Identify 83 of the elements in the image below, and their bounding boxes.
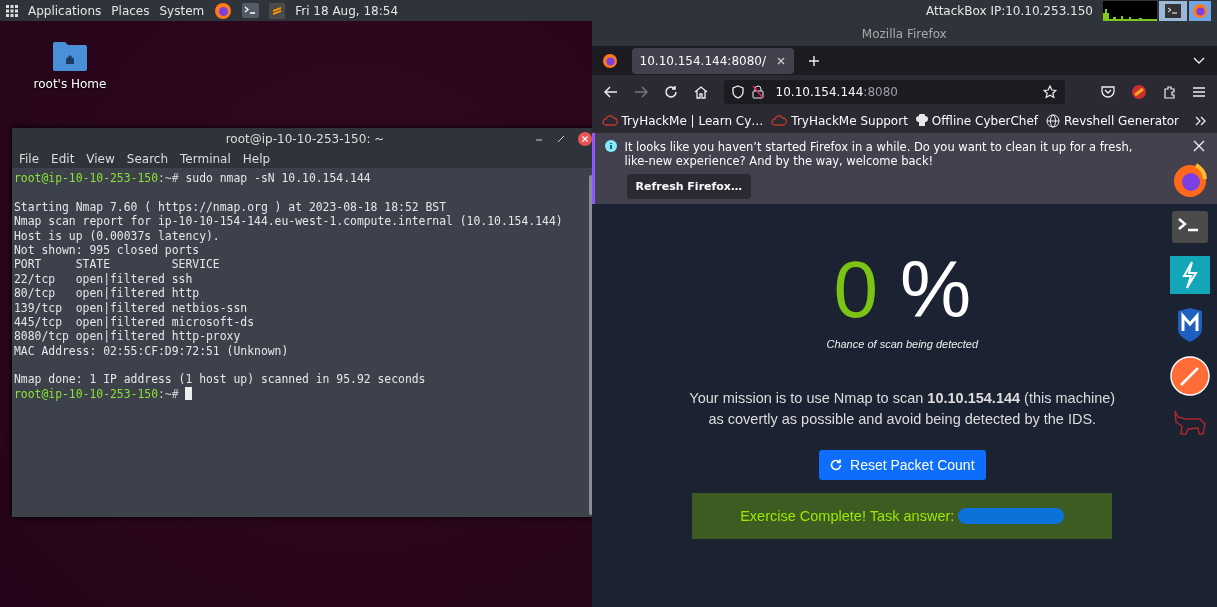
output-line: Host is up (0.00037s latency). xyxy=(14,228,220,243)
lightning-icon[interactable] xyxy=(1170,256,1210,294)
notification-message: It looks like you haven’t started Firefox in a while. Do you want to clean it up for a fresh, like-new experience? And by the way, welcome back! xyxy=(624,140,1134,168)
output-line: Starting Nmap 7.60 ( https://nmap.org ) at 2023-08-18 18:52 BST xyxy=(14,199,447,214)
star-icon[interactable] xyxy=(1043,84,1057,99)
terminal-menu-item[interactable]: View xyxy=(86,152,115,166)
reload-icon[interactable] xyxy=(663,84,678,99)
window-title: Mozilla Firefox xyxy=(861,26,947,41)
terminal-menu-item[interactable]: Search xyxy=(126,152,169,166)
window-title: root@ip-10-10-253-150: ~ xyxy=(225,132,385,146)
firefox-taskbar-icon[interactable] xyxy=(1189,0,1211,21)
cloud-icon xyxy=(771,114,788,127)
forward-icon[interactable] xyxy=(633,85,648,98)
chevron-down-icon[interactable] xyxy=(1193,56,1205,65)
bookmark[interactable]: TryHackMe | Learn Cy… xyxy=(601,113,764,128)
close-tab-icon[interactable] xyxy=(775,55,786,66)
reset-packet-count-button[interactable]: Reset Packet Count xyxy=(819,450,986,480)
prompt-user-host: root@ip-10-10-253-150 xyxy=(14,171,158,185)
cloud-icon xyxy=(601,114,618,127)
percent-value: 0 xyxy=(833,252,878,328)
output-line: 139/tcp open|filtered netbios-ssn xyxy=(14,300,248,315)
firefox-view-icon[interactable] xyxy=(601,52,618,69)
browser-tab[interactable]: 10.10.154.144:8080/ xyxy=(631,47,794,74)
home-folder-icon[interactable] xyxy=(53,41,87,71)
refresh-firefox-button[interactable]: Refresh Firefox… xyxy=(626,174,751,199)
bookmark[interactable]: Revshell Generator xyxy=(1046,113,1179,128)
text-editor-icon[interactable] xyxy=(269,2,286,19)
close-icon[interactable] xyxy=(1193,140,1205,152)
terminal-icon[interactable] xyxy=(1172,211,1208,243)
extension-icon[interactable] xyxy=(1131,83,1147,100)
network-graph xyxy=(1103,0,1157,21)
output-line: 80/tcp open|filtered http xyxy=(14,286,200,301)
output-line: 8080/tcp open|filtered http-proxy xyxy=(14,329,241,344)
terminal-menu-item[interactable]: Edit xyxy=(51,152,75,166)
puzzle-icon[interactable] xyxy=(1163,84,1177,99)
panel-menu[interactable]: Applications xyxy=(28,3,102,18)
insecure-lock-icon[interactable] xyxy=(751,84,764,99)
panel-menu[interactable]: System xyxy=(159,3,205,18)
pocket-icon[interactable] xyxy=(1101,85,1115,98)
chef-hat-icon xyxy=(915,114,928,127)
menu-icon[interactable] xyxy=(1193,86,1205,97)
output-line: 22/tcp open|filtered ssh xyxy=(14,271,193,286)
shield-icon[interactable] xyxy=(731,84,744,99)
app-grid-icon[interactable] xyxy=(6,4,18,17)
output-line: PORT STATE SERVICE xyxy=(14,257,220,272)
home-icon[interactable] xyxy=(693,84,708,99)
mission-text: Your mission is to use Nmap to scan 10.10.154.144 (this machine) as covertly as possible and avoid being detected by the IDS. xyxy=(688,389,1117,429)
new-tab-icon[interactable] xyxy=(807,54,820,67)
prompt-path: :~# xyxy=(158,386,179,401)
prompt-path: :~# xyxy=(158,171,179,185)
lynx-icon[interactable] xyxy=(1172,409,1208,437)
back-icon[interactable] xyxy=(603,85,618,98)
detection-caption: Chance of scan being detected xyxy=(826,338,979,350)
info-icon xyxy=(604,140,617,152)
command-text: sudo nmap -sN 10.10.154.144 xyxy=(185,171,371,185)
address-bar[interactable]: 10.10.154.144:8080 xyxy=(723,79,1065,104)
output-line: MAC Address: 02:55:CF:D9:72:51 (Unknown) xyxy=(14,343,289,358)
terminal-menu-item[interactable]: Terminal xyxy=(180,152,231,166)
terminal-icon[interactable] xyxy=(242,3,260,18)
firefox-icon[interactable] xyxy=(1172,162,1208,198)
result-text: Exercise Complete! Task answer: xyxy=(740,508,955,524)
shield-m-icon[interactable] xyxy=(1176,307,1204,343)
terminal-menu-item[interactable]: File xyxy=(19,152,40,166)
clock: Fri 18 Aug, 18:54 xyxy=(295,3,399,18)
output-line: 445/tcp open|filtered microsoft-ds xyxy=(14,314,255,329)
maximize-icon[interactable] xyxy=(556,134,566,144)
attackbox-ip: AttackBox IP:10.10.253.150 xyxy=(925,3,1093,18)
firefox-icon[interactable] xyxy=(214,1,233,20)
output-line: Nmap done: 1 IP address (1 host up) scanned in 95.92 seconds xyxy=(14,372,426,387)
output-line: Not shown: 995 closed ports xyxy=(14,242,200,257)
output-line: Nmap scan report for ip-10-10-154-144.eu-west-1.compute.internal (10.10.154.144) xyxy=(14,214,563,229)
more-bookmarks-icon[interactable] xyxy=(1195,115,1207,126)
panel-menu[interactable]: Places xyxy=(111,3,150,18)
globe-icon xyxy=(1046,113,1061,128)
desktop-icon-label[interactable]: root's Home xyxy=(33,77,107,91)
bookmark[interactable]: TryHackMe Support xyxy=(771,113,908,128)
percent-sign: % xyxy=(899,252,972,328)
terminal-taskbar-icon[interactable] xyxy=(1159,0,1187,21)
reload-icon xyxy=(830,459,842,471)
terminal-menu-item[interactable]: Help xyxy=(242,152,271,166)
prompt-user-host: root@ip-10-10-253-150 xyxy=(14,386,158,401)
bookmark[interactable]: Offline CyberChef xyxy=(915,113,1039,128)
close-icon[interactable] xyxy=(578,132,592,146)
